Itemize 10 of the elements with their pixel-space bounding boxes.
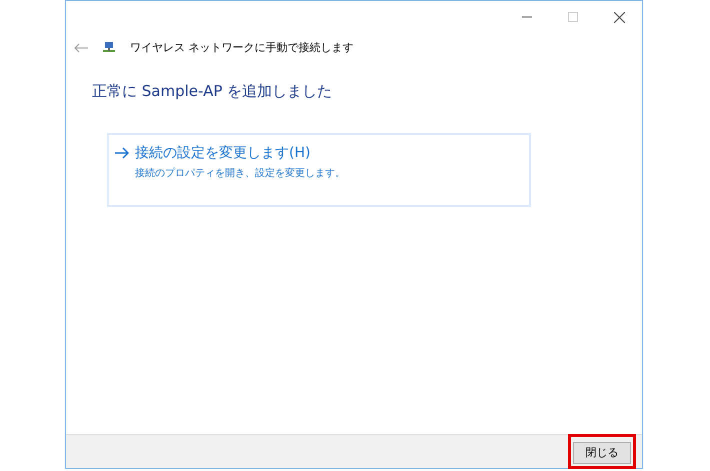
window-title: ワイヤレス ネットワークに手動で接続します	[130, 40, 354, 56]
option-description: 接続のプロパティを開き、設定を変更します。	[134, 166, 345, 180]
change-settings-option[interactable]: 接続の設定を変更します(H) 接続のプロパティを開き、設定を変更します。	[107, 132, 531, 206]
success-heading: 正常に Sample-AP を追加しました	[92, 81, 334, 102]
close-icon[interactable]	[614, 12, 624, 22]
arrow-icon	[115, 147, 129, 159]
network-icon	[102, 41, 116, 55]
close-dialog-button[interactable]: 閉じる	[573, 442, 631, 464]
back-arrow-icon[interactable]	[74, 42, 88, 54]
option-title: 接続の設定を変更します(H)	[135, 144, 310, 162]
